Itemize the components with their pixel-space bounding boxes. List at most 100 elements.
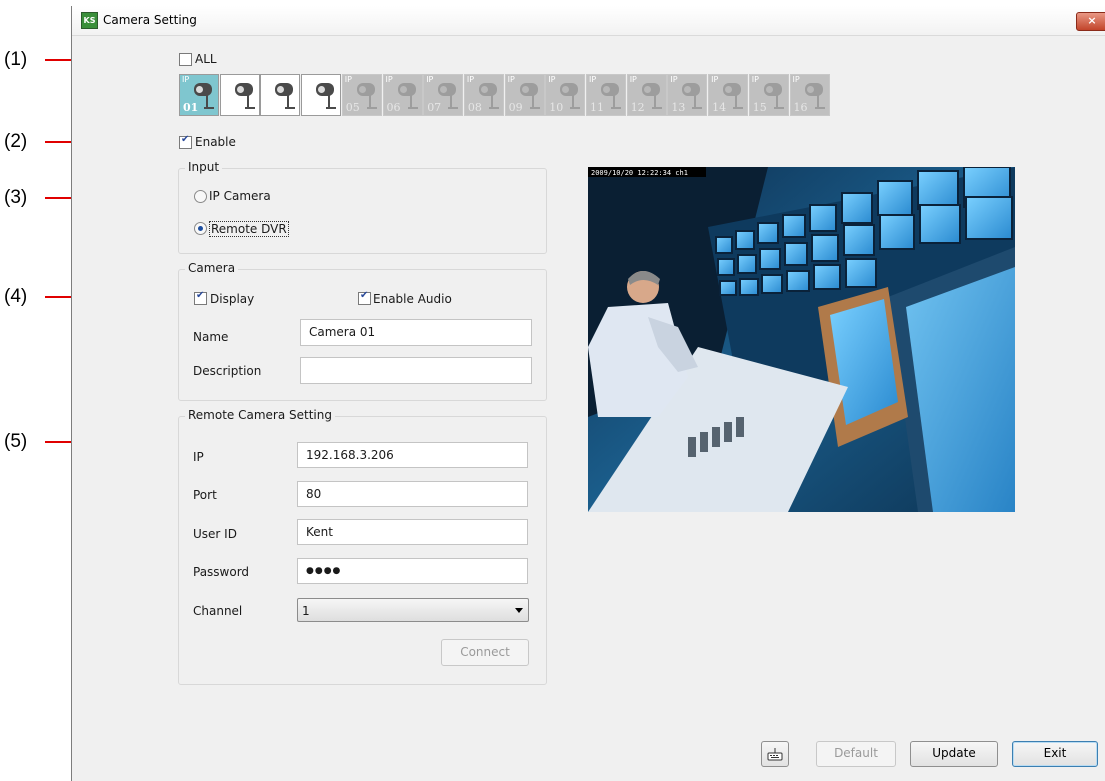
ip-badge: IP (589, 75, 597, 84)
camera-icon (804, 83, 823, 96)
camera-stand-icon (773, 95, 784, 109)
camera-stand-icon (407, 95, 418, 109)
camera-tile-08[interactable]: IP 08 (463, 74, 504, 116)
input-group-title: Input (185, 160, 223, 174)
camera-tile-number: 12 (630, 101, 645, 114)
camera-tile-number: 06 (386, 101, 401, 114)
camera-stand-icon (651, 95, 662, 109)
ip-camera-label[interactable]: IP Camera (209, 189, 271, 203)
ip-badge: IP (466, 75, 475, 84)
camera-icon (194, 83, 212, 96)
enable-checkbox[interactable] (179, 134, 192, 149)
camera-stand-icon (488, 95, 499, 109)
camera-stand-icon (611, 95, 621, 109)
camera-tile-number: 15 (752, 101, 767, 114)
ip-badge: IP (548, 75, 556, 84)
ip-input[interactable]: 192.168.3.206 (297, 442, 528, 468)
camera-stand-icon (366, 95, 377, 109)
remote-camera-group-title: Remote Camera Setting (185, 408, 335, 422)
camera-stand-icon (529, 95, 540, 109)
camera-tile-14[interactable]: IP 14 (708, 74, 749, 116)
all-checkbox[interactable] (179, 53, 192, 66)
ip-badge: IP (182, 75, 190, 84)
app-icon: KS (81, 12, 98, 29)
userid-label: User ID (193, 527, 237, 541)
callout-1-label: (1) (4, 49, 28, 70)
camera-tile-12[interactable]: IP 12 (626, 74, 667, 116)
password-input[interactable]: ●●●● (297, 558, 528, 584)
camera-tile-06[interactable]: IP 06 (382, 74, 423, 116)
channel-value: 1 (302, 604, 310, 618)
camera-tile-09[interactable]: IP 09 (504, 74, 545, 116)
camera-icon (234, 83, 253, 96)
port-input[interactable]: 80 (297, 481, 528, 507)
camera-tile-11[interactable]: IP 11 (586, 74, 626, 116)
camera-tile-16[interactable]: IP 16 (789, 74, 830, 116)
camera-stand-icon (692, 95, 703, 109)
camera-icon (316, 83, 335, 96)
userid-input[interactable]: Kent (297, 519, 528, 545)
ip-label: IP (193, 450, 204, 464)
camera-tile-02[interactable]: IP 02 (219, 74, 260, 116)
camera-tile-number: 03 (264, 101, 280, 114)
camera-tile-number: 14 (712, 101, 727, 114)
camera-tile-03[interactable]: IP 03 (260, 74, 301, 116)
description-label: Description (193, 364, 262, 378)
camera-stand-icon (733, 95, 744, 109)
name-label: Name (193, 330, 229, 344)
remote-dvr-radio[interactable] (194, 222, 207, 235)
connect-button[interactable]: Connect (441, 639, 529, 666)
title-bar[interactable]: KS Camera Setting × (72, 6, 1105, 36)
enable-audio-label: Enable Audio (373, 292, 452, 306)
camera-tile-05[interactable]: IP 05 (341, 74, 382, 116)
remote-dvr-label[interactable]: Remote DVR (209, 221, 289, 237)
camera-tile-07[interactable]: IP 07 (423, 74, 464, 116)
camera-tile-01[interactable]: IP 01 (179, 74, 219, 116)
camera-group-title: Camera (185, 261, 239, 275)
camera-preview-image: 2009/10/20 12:22:34 ch1 (588, 167, 1015, 512)
camera-stand-icon (814, 95, 825, 109)
ip-badge: IP (344, 75, 352, 84)
camera-icon (560, 83, 579, 96)
camera-tile-number: 08 (467, 101, 482, 114)
surveillance-room-photo: 2009/10/20 12:22:34 ch1 (588, 167, 1015, 512)
camera-stand-icon (244, 95, 255, 109)
camera-tile-number: 13 (671, 101, 686, 114)
ip-badge: IP (222, 75, 230, 84)
channel-select[interactable]: 1 (297, 598, 529, 622)
camera-tile-number: 05 (345, 101, 360, 114)
ip-badge: IP (629, 75, 637, 84)
ip-badge: IP (792, 75, 800, 84)
camera-tile-number: 16 (793, 101, 808, 114)
display-checkbox[interactable] (194, 290, 207, 305)
ip-badge: IP (385, 75, 393, 84)
camera-tile-number: 11 (590, 101, 604, 114)
port-label: Port (193, 488, 217, 502)
default-button[interactable]: Default (816, 741, 896, 767)
update-button[interactable]: Update (910, 741, 998, 767)
close-button[interactable]: × (1076, 12, 1105, 31)
camera-tile-number: 09 (508, 101, 523, 114)
ip-badge: IP (711, 75, 719, 84)
description-input[interactable] (300, 357, 532, 384)
camera-icon (641, 83, 660, 96)
camera-tile-04[interactable]: IP 04 (301, 74, 342, 116)
ip-camera-radio[interactable] (194, 190, 207, 203)
camera-tile-13[interactable]: IP 13 (667, 74, 708, 116)
enable-audio-checkbox[interactable] (358, 290, 371, 305)
camera-stand-icon (570, 95, 581, 109)
ip-badge: IP (507, 75, 515, 84)
preview-timestamp: 2009/10/20 12:22:34 ch1 (591, 169, 688, 177)
name-input[interactable]: Camera 01 (300, 319, 532, 346)
keyboard-button[interactable] (761, 741, 789, 767)
exit-button[interactable]: Exit (1012, 741, 1098, 767)
camera-stand-icon (326, 95, 337, 109)
camera-tile-number: 01 (183, 101, 199, 114)
camera-tile-15[interactable]: IP 15 (748, 74, 789, 116)
ip-badge: IP (304, 75, 312, 84)
camera-tile-10[interactable]: IP 10 (545, 74, 586, 116)
channel-label: Channel (193, 604, 243, 618)
camera-tile-number: 02 (223, 101, 239, 114)
camera-icon (601, 83, 619, 96)
camera-tile-number: 10 (549, 101, 564, 114)
